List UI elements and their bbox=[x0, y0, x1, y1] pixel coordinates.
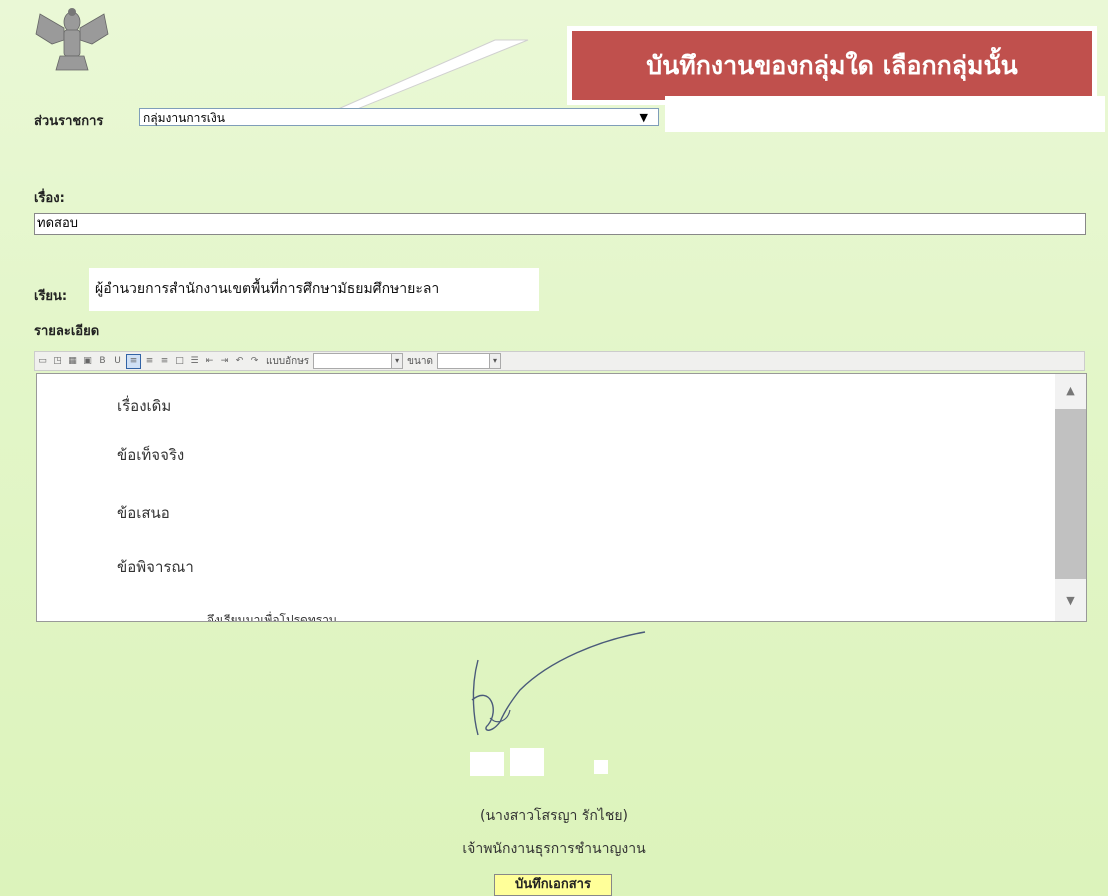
subject-input[interactable]: ทดสอบ bbox=[34, 213, 1086, 235]
editor-line: เรื่องเดิม bbox=[117, 397, 172, 415]
chevron-down-icon: ▾ bbox=[391, 354, 403, 368]
handwritten-signature bbox=[471, 631, 646, 736]
department-select[interactable]: กลุ่มงานการเงิน ▼ bbox=[139, 108, 659, 126]
garuda-emblem-icon bbox=[35, 8, 109, 71]
signer-position: เจ้าพนักงานธุรการชำนาญงาน bbox=[462, 841, 646, 857]
signer-name: (นางสาวโสรญา รักไชย) bbox=[479, 808, 629, 824]
undo-icon[interactable]: ↶ bbox=[233, 355, 246, 368]
redaction-box bbox=[510, 748, 544, 776]
align-left-icon[interactable]: ≡ bbox=[126, 353, 141, 369]
outdent-icon[interactable]: ⇤ bbox=[203, 355, 216, 368]
to-field[interactable]: ผู้อำนวยการสำนักงานเขตพื้นที่การศึกษามัธ… bbox=[89, 268, 539, 311]
underline-icon[interactable]: U bbox=[111, 355, 124, 368]
font-select[interactable]: ▾ bbox=[313, 353, 404, 369]
department-label: ส่วนราชการ bbox=[34, 114, 104, 129]
scroll-thumb[interactable] bbox=[1055, 409, 1086, 579]
chevron-down-icon: ▾ bbox=[488, 354, 500, 368]
align-center-icon[interactable]: ≡ bbox=[143, 355, 156, 368]
font-label: แบบอักษร bbox=[266, 355, 310, 367]
scroll-up-icon[interactable]: ▲ bbox=[1055, 384, 1086, 404]
subject-value: ทดสอบ bbox=[37, 216, 79, 231]
size-label: ขนาด bbox=[407, 355, 433, 367]
image-icon[interactable]: ▣ bbox=[81, 355, 94, 368]
save-document-button[interactable]: บันทึกเอกสาร bbox=[494, 874, 612, 896]
editor-line: ข้อเสนอ bbox=[117, 504, 170, 522]
editor-line: ข้อเท็จจริง bbox=[117, 446, 185, 464]
to-value: ผู้อำนวยการสำนักงานเขตพื้นที่การศึกษามัธ… bbox=[95, 281, 440, 297]
table-icon[interactable]: ▦ bbox=[66, 355, 79, 368]
indent-icon[interactable]: ⇥ bbox=[218, 355, 231, 368]
chevron-down-icon: ▼ bbox=[639, 111, 648, 124]
editor-scrollbar[interactable]: ▲ ▼ bbox=[1055, 374, 1086, 621]
justify-icon[interactable]: □ bbox=[173, 355, 186, 368]
bold-icon[interactable]: B bbox=[96, 355, 109, 368]
align-right-icon[interactable]: ≡ bbox=[158, 355, 171, 368]
rich-text-editor[interactable]: เรื่องเดิม ข้อเท็จจริง ข้อเสนอ ข้อพิจารณ… bbox=[36, 373, 1087, 622]
details-label: รายละเอียด bbox=[34, 324, 100, 339]
editor-toolbar: ▭ ◳ ▦ ▣ B U ≡ ≡ ≡ □ ☰ ⇤ ⇥ ↶ ↷ แบบอักษร ▾… bbox=[34, 351, 1085, 371]
page-background: บันทึกงานของกลุ่มใด เลือกกลุ่มนั้น ส่วนร… bbox=[0, 0, 1108, 896]
source-icon[interactable]: ▭ bbox=[36, 355, 49, 368]
editor-line: จึงเรียนมาเพื่อโปรดทราบ bbox=[207, 613, 337, 622]
scroll-down-icon[interactable]: ▼ bbox=[1055, 594, 1086, 614]
redaction-box bbox=[594, 760, 608, 774]
editor-line: ข้อพิจารณา bbox=[117, 558, 194, 576]
instruction-callout: บันทึกงานของกลุ่มใด เลือกกลุ่มนั้น bbox=[567, 26, 1097, 105]
callout-overlay bbox=[665, 96, 1105, 132]
to-label: เรียน: bbox=[34, 289, 68, 304]
redo-icon[interactable]: ↷ bbox=[248, 355, 261, 368]
subject-label: เรื่อง: bbox=[34, 191, 65, 206]
redaction-box bbox=[470, 752, 504, 776]
department-selected-value: กลุ่มงานการเงิน bbox=[143, 111, 225, 125]
preview-icon[interactable]: ◳ bbox=[51, 355, 64, 368]
size-select[interactable]: ▾ bbox=[436, 353, 501, 369]
list-icon[interactable]: ☰ bbox=[188, 355, 201, 368]
callout-text: บันทึกงานของกลุ่มใด เลือกกลุ่มนั้น bbox=[646, 50, 1018, 80]
